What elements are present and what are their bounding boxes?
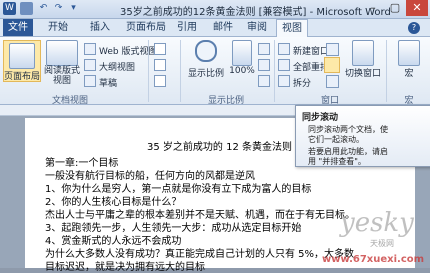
two-pages-button[interactable]: [258, 59, 273, 72]
title-bar: W ↶ ↷ ▾ 35岁之前成功的12条黄金法则 [兼容模式] - Microso…: [0, 0, 430, 19]
split-button[interactable]: 拆分: [278, 75, 312, 89]
zoom-100-label: 100%: [229, 66, 255, 76]
new-window-button[interactable]: 新建窗口: [278, 43, 330, 57]
synchronous-scrolling-tooltip: 同步滚动 同步滚动两个文档，使 它们一起滚动。 若要启用此功能，请启 用 "并排…: [295, 105, 430, 167]
window-title: 35岁之前成功的12条黄金法则 [兼容模式] - Microsoft Word: [120, 7, 391, 18]
tab-mailings[interactable]: 邮件: [208, 19, 238, 36]
zoom-button[interactable]: 显示比例: [186, 40, 226, 79]
zoom-100-button[interactable]: 100%: [228, 40, 256, 76]
arrange-all-icon: [278, 59, 290, 71]
switch-windows-label: 切换窗口: [344, 69, 381, 79]
switch-windows-icon: [352, 40, 374, 66]
page-width-icon: [258, 75, 270, 87]
separator: [274, 40, 275, 102]
one-page-button[interactable]: [258, 43, 273, 56]
separator: [148, 40, 149, 102]
zoom-100-icon: [232, 40, 252, 66]
two-pages-icon: [258, 59, 270, 71]
tooltip-text: 它们一起滚动。: [308, 135, 364, 144]
redo-icon[interactable]: ↷: [52, 2, 65, 15]
reset-window-position-icon[interactable]: [326, 75, 339, 88]
draft-icon: [84, 75, 96, 87]
undo-icon[interactable]: ↶: [37, 2, 50, 15]
macros-label: 宏: [404, 69, 414, 79]
web-layout-icon: [84, 43, 96, 55]
print-layout-label: 页面布局: [4, 72, 41, 82]
zoom-label: 显示比例: [187, 69, 224, 79]
print-layout-button[interactable]: 页面布局: [3, 40, 41, 82]
outline-icon: [84, 59, 96, 71]
watermark-subtitle: 天极网: [370, 239, 394, 248]
save-icon[interactable]: [20, 2, 33, 15]
separator: [386, 40, 387, 102]
close-button[interactable]: ✕: [406, 0, 428, 16]
tab-view[interactable]: 视图: [276, 19, 308, 37]
macro-icon: [398, 40, 420, 66]
macros-button[interactable]: 宏: [392, 40, 426, 79]
draft-button[interactable]: 草稿: [84, 75, 118, 89]
document-heading: 35 岁之前成功的 12 条黄金法则: [147, 142, 292, 153]
full-screen-reading-button[interactable]: 阅读版式视图: [42, 40, 82, 86]
customize-quick-access-icon[interactable]: ▾: [67, 2, 80, 15]
zoom-icon: [195, 40, 217, 62]
ribbon-tabs: 文件 开始 插入 页面布局 引用 邮件 审阅 视图 ?: [0, 19, 430, 37]
view-side-by-side-icon[interactable]: [326, 43, 339, 56]
split-label: 拆分: [293, 79, 312, 89]
word-icon[interactable]: W: [3, 2, 16, 15]
tab-references[interactable]: 引用: [172, 19, 202, 36]
reading-view-icon: [46, 40, 78, 66]
show-checkboxes[interactable]: [154, 43, 178, 87]
navigation-pane-checkbox[interactable]: [154, 75, 166, 87]
tab-insert[interactable]: 插入: [84, 19, 116, 36]
tab-page-layout[interactable]: 页面布局: [124, 19, 168, 36]
minimize-button[interactable]: –: [362, 0, 384, 16]
document-line: 目标迟迟，就是决为拥有远大的目标: [45, 262, 205, 273]
separator: [180, 40, 181, 102]
page-layout-icon: [9, 43, 35, 69]
outline-button[interactable]: 大纲视图: [84, 59, 136, 73]
one-page-icon: [258, 43, 270, 55]
synchronous-scrolling-icon[interactable]: [324, 57, 340, 73]
ribbon-view: 页面布局 阅读版式视图 Web 版式视图 大纲视图 草稿 文档视图 显示比例 1…: [0, 37, 430, 106]
maximize-button[interactable]: ▢: [384, 0, 406, 16]
reading-view-label: 阅读版式视图: [43, 66, 80, 86]
gridlines-checkbox[interactable]: [154, 59, 166, 71]
web-layout-button[interactable]: Web 版式视图: [84, 43, 157, 57]
tooltip-title: 同步滚动: [302, 113, 339, 123]
draft-label: 草稿: [99, 79, 118, 89]
watermark-url: www.67xuexi.com: [322, 254, 425, 265]
ruler-checkbox[interactable]: [154, 43, 166, 55]
split-icon: [278, 75, 290, 87]
tooltip-text: 用 "并排查看"。: [308, 157, 366, 166]
switch-windows-button[interactable]: 切换窗口: [343, 40, 383, 79]
new-window-icon: [278, 43, 290, 55]
tab-file[interactable]: 文件: [3, 19, 33, 36]
tab-review[interactable]: 审阅: [242, 19, 272, 36]
help-icon[interactable]: ?: [408, 22, 420, 34]
page-width-button[interactable]: [258, 75, 273, 88]
tab-home[interactable]: 开始: [42, 19, 74, 36]
watermark-logo: yesky: [340, 208, 414, 238]
new-window-label: 新建窗口: [293, 47, 330, 57]
arrange-all-button[interactable]: 全部重排: [278, 59, 329, 73]
outline-label: 大纲视图: [99, 63, 136, 73]
